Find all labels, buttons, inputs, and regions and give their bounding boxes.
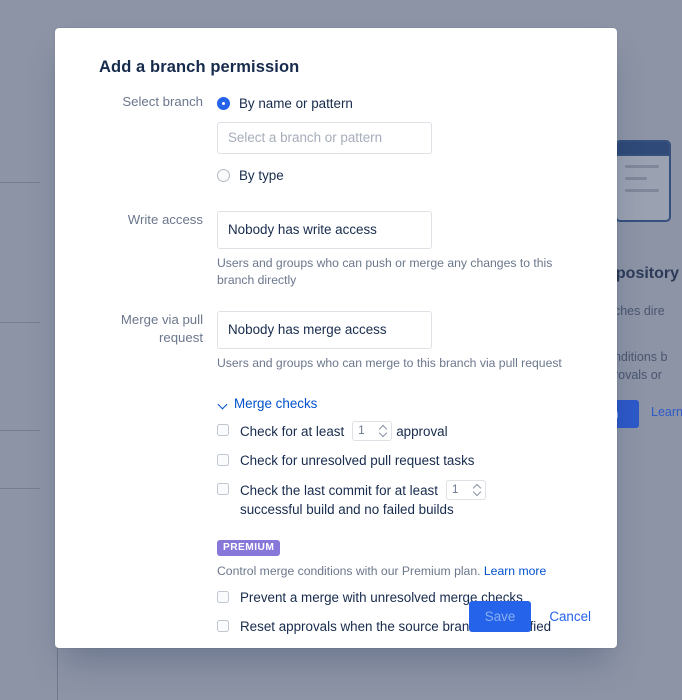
radio-by-type[interactable]: By type bbox=[217, 165, 595, 185]
approval-count-stepper[interactable]: 1 bbox=[352, 421, 393, 441]
illustration-line bbox=[625, 177, 647, 180]
backdrop-nav-divider bbox=[0, 182, 40, 183]
write-access-input[interactable]: Nobody has write access bbox=[217, 211, 432, 249]
repository-illustration-icon bbox=[615, 140, 671, 222]
merge-check-text: Check for at least 1 approval bbox=[240, 421, 452, 441]
stepper-arrows-icon[interactable] bbox=[379, 424, 388, 438]
merge-via-pull-request-row: Merge via pull request Nobody has merge … bbox=[77, 311, 595, 372]
cancel-button[interactable]: Cancel bbox=[545, 601, 595, 632]
backdrop-nav-divider bbox=[0, 488, 40, 489]
dialog-footer: Save Cancel bbox=[468, 601, 595, 632]
merge-access-helper: Users and groups who can merge to this b… bbox=[217, 356, 562, 370]
checkbox-icon[interactable] bbox=[217, 483, 229, 495]
backdrop-nav-divider bbox=[0, 322, 40, 323]
radio-by-name-label: By name or pattern bbox=[239, 95, 353, 111]
merge-via-pull-request-field: Nobody has merge access Users and groups… bbox=[217, 311, 595, 372]
illustration-line bbox=[625, 189, 659, 192]
merge-checks-row: Merge checks Check for at least 1 approv… bbox=[77, 392, 595, 636]
merge-checks-field: Merge checks Check for at least 1 approv… bbox=[217, 392, 595, 636]
checkbox-icon[interactable] bbox=[217, 424, 229, 436]
radio-by-type-label: By type bbox=[239, 167, 284, 183]
branch-pattern-input[interactable]: Select a branch or pattern bbox=[217, 122, 432, 154]
merge-check-prefix: Check for unresolved pull request tasks bbox=[240, 453, 475, 468]
merge-check-suffix: approval bbox=[396, 423, 448, 439]
backdrop-heading: epository bbox=[607, 265, 680, 282]
write-access-field: Nobody has write access Users and groups… bbox=[217, 211, 595, 289]
checkbox-icon[interactable] bbox=[217, 454, 229, 466]
premium-note-text: Control merge conditions with our Premiu… bbox=[217, 563, 481, 578]
merge-access-input[interactable]: Nobody has merge access bbox=[217, 311, 432, 349]
dialog-title: Add a branch permission bbox=[99, 58, 300, 76]
backdrop-nav-divider bbox=[0, 430, 40, 431]
radio-icon-selected[interactable] bbox=[217, 96, 230, 110]
merge-check-prefix: Check the last commit for at least bbox=[240, 482, 438, 498]
backdrop-content: epository nches dire . onditions b prova… bbox=[591, 0, 682, 700]
radio-icon-unselected[interactable] bbox=[217, 168, 230, 182]
premium-badge: PREMIUM bbox=[217, 540, 281, 556]
chevron-down-icon bbox=[217, 398, 229, 410]
select-branch-field: By name or pattern Select a branch or pa… bbox=[217, 93, 595, 185]
write-access-helper: Users and groups who can push or merge a… bbox=[217, 256, 553, 287]
merge-check-suffix: successful build and no failed builds bbox=[240, 502, 454, 517]
merge-check-item[interactable]: Check the last commit for at least 1 suc… bbox=[217, 480, 595, 519]
radio-by-name-or-pattern[interactable]: By name or pattern bbox=[217, 93, 595, 113]
select-branch-label: Select branch bbox=[122, 94, 203, 109]
stepper-value: 1 bbox=[451, 483, 459, 496]
build-count-stepper[interactable]: 1 bbox=[445, 480, 486, 500]
premium-note: Control merge conditions with our Premiu… bbox=[217, 564, 595, 578]
backdrop-learn-more-link: Learn bbox=[651, 405, 682, 419]
select-branch-row: Select branch By name or pattern Select … bbox=[77, 93, 595, 185]
branch-permission-form: Select branch By name or pattern Select … bbox=[77, 93, 595, 636]
write-access-label: Write access bbox=[127, 212, 203, 227]
merge-check-item[interactable]: Check for unresolved pull request tasks bbox=[217, 451, 595, 470]
merge-checks-toggle[interactable]: Merge checks bbox=[217, 396, 595, 411]
merge-check-text: Check the last commit for at least 1 suc… bbox=[240, 480, 595, 519]
merge-check-prefix: Check for at least bbox=[240, 423, 345, 439]
save-button[interactable]: Save bbox=[468, 601, 532, 632]
checkbox-icon[interactable] bbox=[217, 619, 229, 632]
write-access-row: Write access Nobody has write access Use… bbox=[77, 211, 595, 289]
stepper-value: 1 bbox=[358, 424, 365, 437]
merge-via-pull-request-label: Merge via pull request bbox=[120, 312, 203, 345]
merge-check-item[interactable]: Check for at least 1 approval bbox=[217, 421, 595, 441]
checkbox-icon[interactable] bbox=[217, 590, 229, 603]
illustration-line bbox=[625, 165, 659, 168]
stepper-arrows-icon[interactable] bbox=[473, 483, 482, 497]
merge-check-text: Check for unresolved pull request tasks bbox=[240, 451, 478, 470]
premium-learn-more-link[interactable]: Learn more bbox=[484, 564, 546, 578]
merge-checks-toggle-label: Merge checks bbox=[234, 396, 318, 411]
add-branch-permission-dialog: Add a branch permission Select branch By… bbox=[55, 28, 617, 648]
illustration-header-bar bbox=[617, 142, 669, 156]
